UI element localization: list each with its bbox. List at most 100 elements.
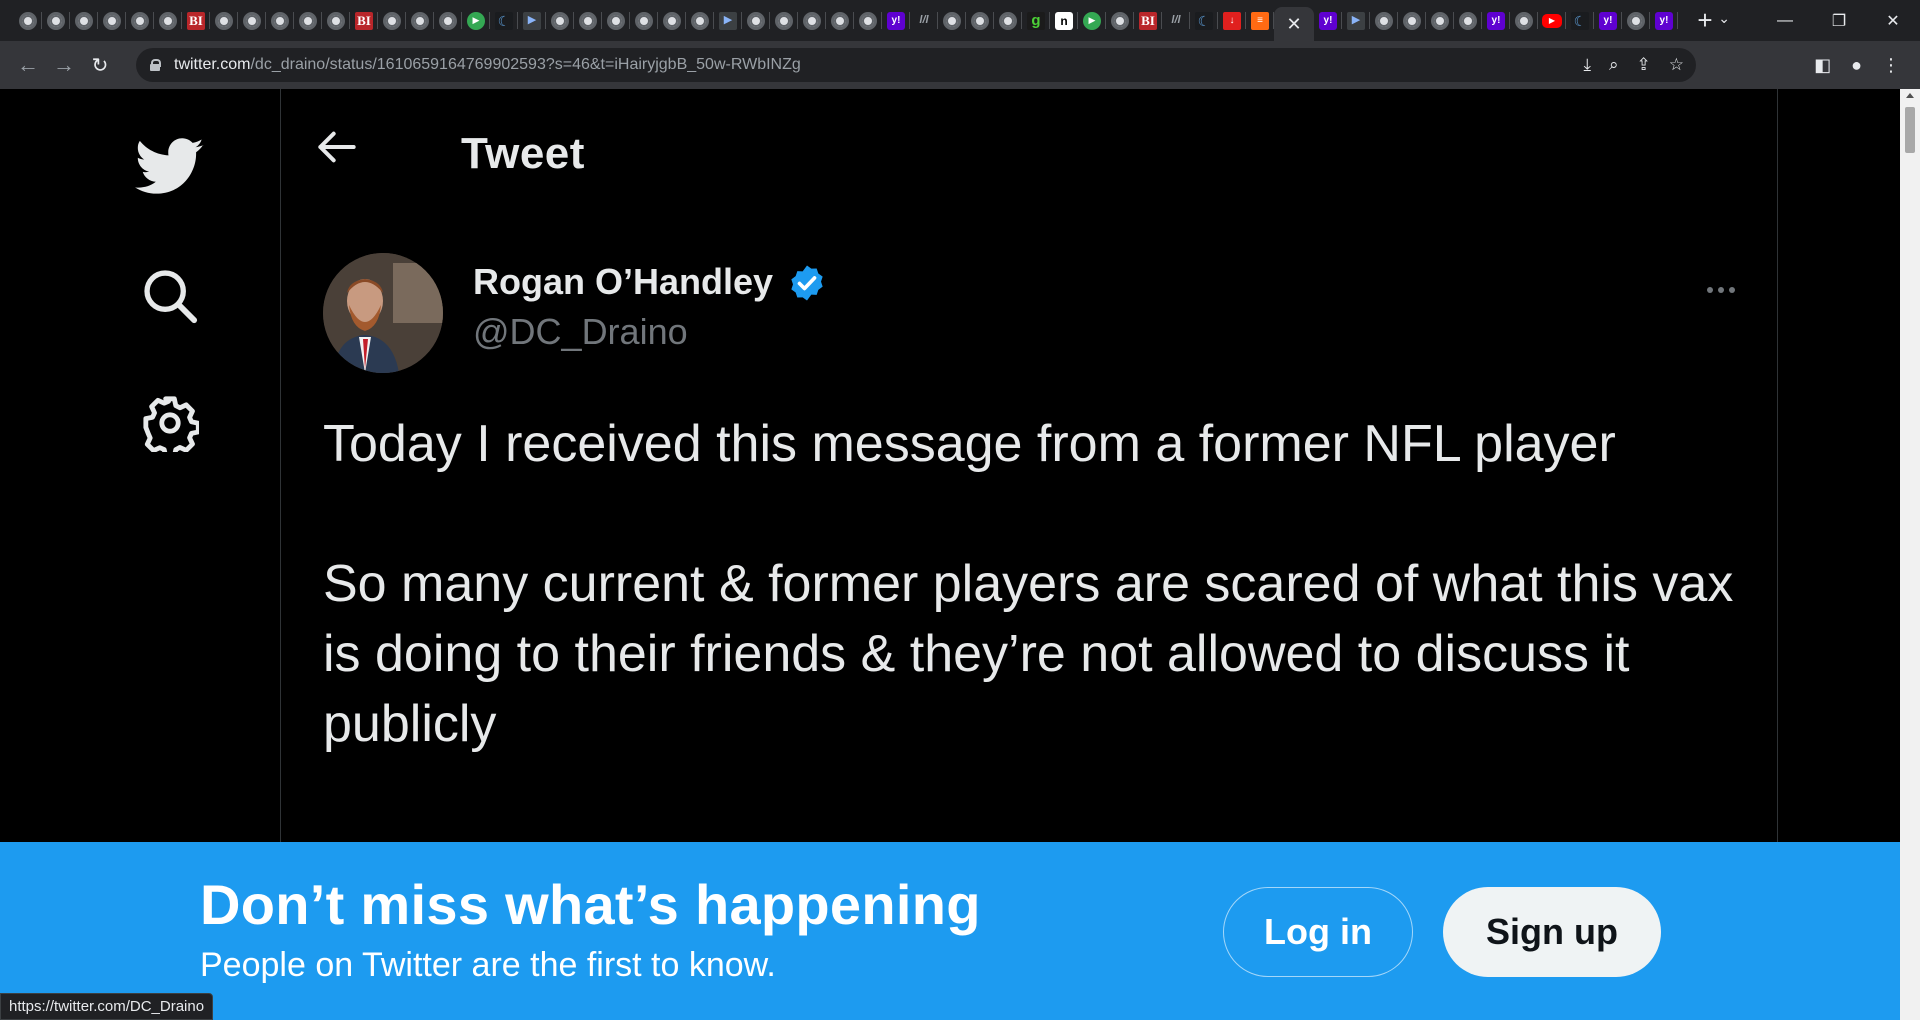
browser-tab[interactable]: [154, 0, 182, 41]
browser-tab[interactable]: ☾: [1566, 0, 1594, 41]
back-arrow-icon[interactable]: [317, 127, 357, 167]
browser-tab[interactable]: [602, 0, 630, 41]
flag-icon: ☾: [1571, 11, 1589, 30]
browser-tab[interactable]: [238, 0, 266, 41]
browser-tab[interactable]: ▶: [1538, 0, 1566, 41]
browser-tab[interactable]: [378, 0, 406, 41]
browser-tab[interactable]: ☾: [1190, 0, 1218, 41]
restore-icon[interactable]: ❐: [1812, 0, 1866, 41]
browser-tab[interactable]: l/l: [910, 0, 938, 41]
globe-icon: [75, 11, 93, 30]
active-tab-close-icon[interactable]: ✕: [1274, 7, 1314, 41]
back-arrow-icon[interactable]: ←: [10, 52, 46, 78]
browser-tab[interactable]: [14, 0, 42, 41]
browser-tab[interactable]: [1622, 0, 1650, 41]
browser-tab[interactable]: y!: [1482, 0, 1510, 41]
login-button[interactable]: Log in: [1223, 887, 1413, 977]
browser-tab[interactable]: [658, 0, 686, 41]
browser-tab[interactable]: [966, 0, 994, 41]
browser-tab[interactable]: [1370, 0, 1398, 41]
bookmark-star-icon[interactable]: ☆: [1669, 55, 1684, 75]
browser-tab[interactable]: [574, 0, 602, 41]
twitter-bird-icon[interactable]: [130, 127, 210, 207]
browser-tab[interactable]: [742, 0, 770, 41]
browser-tab[interactable]: [294, 0, 322, 41]
avatar[interactable]: [323, 253, 443, 373]
browser-tab[interactable]: y!: [1594, 0, 1622, 41]
scroll-up-icon[interactable]: [1906, 93, 1914, 98]
zoom-icon[interactable]: ⌕: [1609, 55, 1619, 75]
settings-gear-icon[interactable]: [130, 383, 210, 463]
minimize-icon[interactable]: —: [1758, 0, 1812, 41]
browser-tab[interactable]: ↓: [1218, 0, 1246, 41]
page-scrollbar[interactable]: [1900, 89, 1920, 1020]
browser-tab[interactable]: [434, 0, 462, 41]
browser-tab[interactable]: BI: [350, 0, 378, 41]
browser-tab[interactable]: g: [1022, 0, 1050, 41]
author-name[interactable]: Rogan O’Handley: [473, 261, 773, 303]
browser-tab[interactable]: l/l: [1162, 0, 1190, 41]
browser-tab[interactable]: [630, 0, 658, 41]
browser-tab[interactable]: [798, 0, 826, 41]
reload-icon[interactable]: ↻: [82, 53, 118, 78]
lock-icon[interactable]: [150, 59, 161, 71]
browser-tab[interactable]: [406, 0, 434, 41]
browser-tab[interactable]: ☾: [490, 0, 518, 41]
browser-tab[interactable]: [770, 0, 798, 41]
browser-tab[interactable]: [98, 0, 126, 41]
browser-tab[interactable]: [126, 0, 154, 41]
install-icon[interactable]: ⤓: [1583, 55, 1591, 75]
new-tab-icon[interactable]: +: [1690, 5, 1720, 36]
more-options-icon[interactable]: [1699, 275, 1743, 305]
profile-icon[interactable]: ●: [1851, 55, 1862, 76]
browser-tab[interactable]: [266, 0, 294, 41]
side-panel-icon[interactable]: ◧: [1814, 55, 1831, 76]
browser-tab[interactable]: [994, 0, 1022, 41]
address-bar[interactable]: twitter.com/dc_draino/status/16106591647…: [136, 48, 1696, 82]
url-text[interactable]: twitter.com/dc_draino/status/16106591647…: [174, 56, 801, 74]
browser-tab[interactable]: [826, 0, 854, 41]
browser-tab[interactable]: y!: [1314, 0, 1342, 41]
browser-tab[interactable]: y!: [882, 0, 910, 41]
browser-tab[interactable]: [938, 0, 966, 41]
browser-tab[interactable]: [1426, 0, 1454, 41]
browser-tab[interactable]: ▶: [1342, 0, 1370, 41]
globe-icon: [299, 11, 317, 30]
browser-tab[interactable]: [42, 0, 70, 41]
browser-tab[interactable]: BI: [1134, 0, 1162, 41]
link-status-bar: https://twitter.com/DC_Draino: [0, 993, 214, 1020]
browser-tab[interactable]: ▶: [1078, 0, 1106, 41]
page-title: Tweet: [461, 129, 585, 178]
share-icon[interactable]: ⇪: [1637, 55, 1651, 75]
tweet-paragraph: Today I received this message from a for…: [323, 415, 1616, 473]
scrollbar-thumb[interactable]: [1905, 107, 1915, 153]
browser-tab[interactable]: BI: [182, 0, 210, 41]
browser-tab[interactable]: [854, 0, 882, 41]
menu-kebab-icon[interactable]: ⋮: [1882, 55, 1900, 76]
browser-tab[interactable]: [322, 0, 350, 41]
browser-tab[interactable]: [210, 0, 238, 41]
globe-icon: [131, 11, 149, 30]
globe-icon: [691, 11, 709, 30]
tab-search-icon[interactable]: ⌄: [1718, 10, 1730, 27]
author-handle[interactable]: @DC_Draino: [473, 311, 688, 353]
browser-tab[interactable]: [546, 0, 574, 41]
window-controls: — ❐ ✕: [1758, 0, 1920, 41]
browser-tab[interactable]: ▶: [462, 0, 490, 41]
signup-button[interactable]: Sign up: [1443, 887, 1661, 977]
browser-tab[interactable]: [686, 0, 714, 41]
forward-arrow-icon[interactable]: →: [46, 52, 82, 78]
browser-tab[interactable]: [1106, 0, 1134, 41]
browser-tab[interactable]: [1454, 0, 1482, 41]
browser-tab[interactable]: n: [1050, 0, 1078, 41]
close-window-icon[interactable]: ✕: [1866, 0, 1920, 41]
browser-tab[interactable]: ▶: [518, 0, 546, 41]
globe-icon: [831, 11, 849, 30]
browser-tab[interactable]: ≡: [1246, 0, 1274, 41]
search-icon[interactable]: [130, 256, 210, 336]
browser-tab[interactable]: ▶: [714, 0, 742, 41]
browser-tab[interactable]: [1398, 0, 1426, 41]
browser-tab[interactable]: y!: [1650, 0, 1678, 41]
browser-tab[interactable]: [70, 0, 98, 41]
browser-tab[interactable]: [1510, 0, 1538, 41]
